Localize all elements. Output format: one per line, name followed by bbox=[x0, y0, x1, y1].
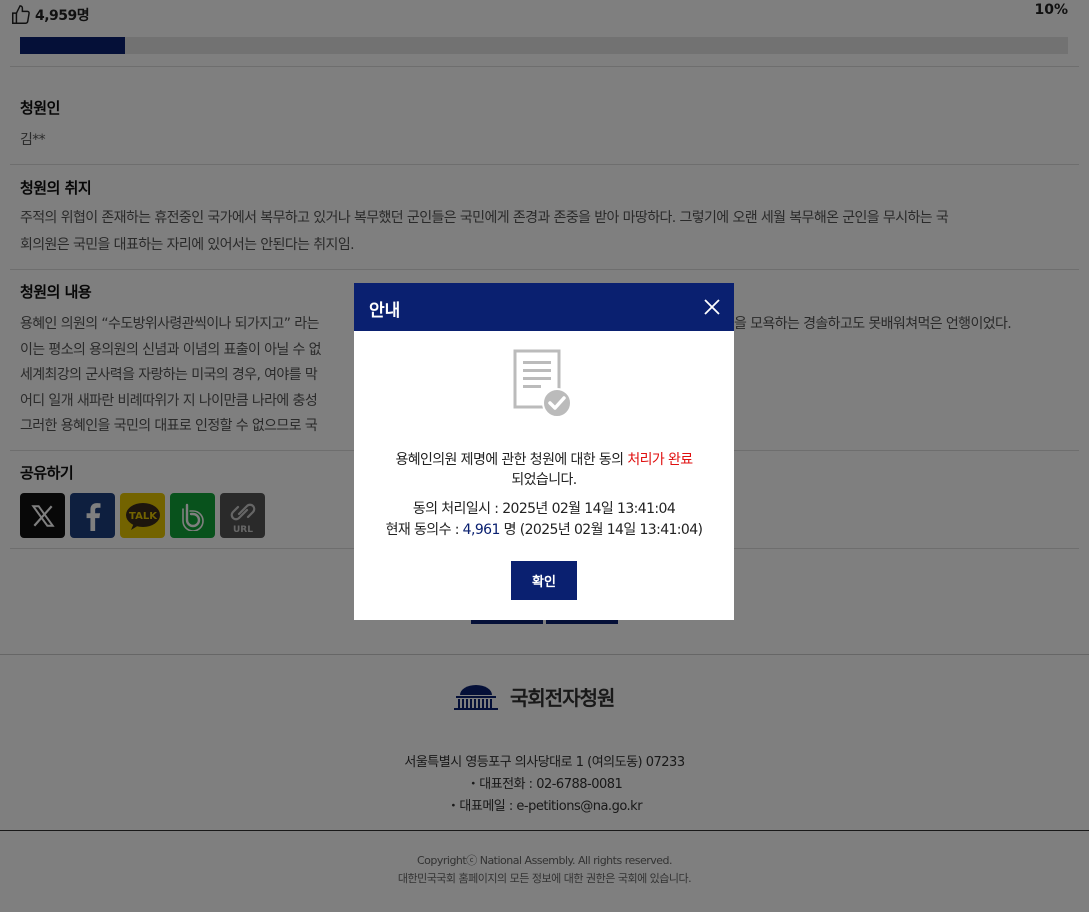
modal-message-highlight: 처리가 완료 bbox=[627, 452, 693, 468]
current-count-line: 현재 동의수 : 4,961 명 (2025년 02월 14일 13:41:04… bbox=[364, 520, 724, 541]
modal-info: 동의 처리일시 : 2025년 02월 14일 13:41:04 현재 동의수 … bbox=[364, 499, 724, 541]
modal-header: 안내 bbox=[354, 283, 734, 331]
modal-message-text: 용혜인의원 제명에 관한 청원에 대한 동의 bbox=[395, 452, 628, 468]
modal-message: 용혜인의원 제명에 관한 청원에 대한 동의 처리가 완료 되었습니다. bbox=[364, 450, 724, 490]
current-count-tail: 명 (2025년 02월 14일 13:41:04) bbox=[499, 522, 703, 538]
current-count-value: 4,961 bbox=[462, 522, 501, 538]
document-check-icon bbox=[513, 349, 572, 418]
modal-title: 안내 bbox=[369, 301, 401, 321]
current-count-label: 현재 동의수 : bbox=[385, 522, 463, 538]
processed-datetime: 동의 처리일시 : 2025년 02월 14일 13:41:04 bbox=[412, 501, 676, 517]
notice-modal: 안내 용혜인의원 제명에 관한 청원에 대한 동의 처리가 완료 되었습니다. … bbox=[354, 283, 734, 620]
modal-message-text-2: 되었습니다. bbox=[511, 472, 577, 488]
confirm-button[interactable]: 확인 bbox=[511, 561, 577, 600]
close-icon[interactable] bbox=[700, 295, 724, 319]
